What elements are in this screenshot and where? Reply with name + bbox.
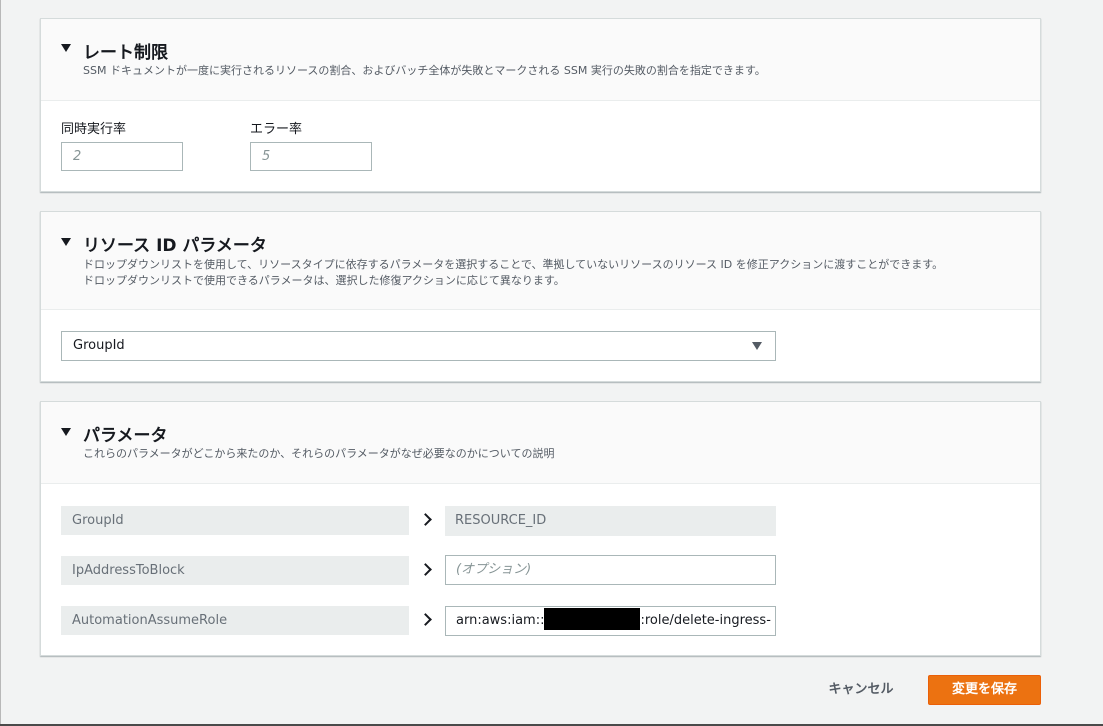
cancel-button[interactable]: キャンセル (813, 675, 909, 705)
resource-id-select[interactable]: GroupId (61, 331, 776, 361)
caret-down-icon[interactable] (61, 428, 71, 436)
chevron-right-icon (419, 563, 432, 576)
param-name-ipaddresstoblock: IpAddressToBlock (61, 556, 409, 585)
param-value-groupid: RESOURCE_ID (445, 506, 776, 536)
dropdown-arrow-icon (752, 342, 762, 350)
param-value-ipaddresstoblock-input[interactable]: (オプション) (445, 555, 776, 585)
rate-limit-panel: レート制限 SSM ドキュメントが一度に実行されるリソースの割合、およびバッチ全… (40, 18, 1041, 192)
concurrency-input[interactable]: 2 (61, 142, 183, 171)
role-arn-prefix: arn:aws:iam:: (456, 613, 545, 628)
caret-down-icon[interactable] (61, 44, 71, 52)
role-arn-suffix: :role/delete-ingress- (640, 613, 771, 628)
parameters-description: これらのパラメータがどこから来たのか、それらのパラメータがなぜ必要なのかについて… (83, 447, 555, 460)
resource-id-title: リソース ID パラメータ (83, 236, 267, 256)
param-name-automationassumerole: AutomationAssumeRole (61, 606, 409, 635)
redacted-account-id (544, 608, 641, 630)
parameters-title: パラメータ (83, 426, 168, 446)
concurrency-label: 同時実行率 (61, 122, 127, 137)
resource-id-header[interactable]: リソース ID パラメータ ドロップダウンリストを使用して、リソースタイプに依存… (41, 212, 1040, 310)
param-value-automationassumerole-input[interactable]: arn:aws:iam:::role/delete-ingress- (445, 606, 776, 636)
window-left-border (0, 0, 1, 726)
save-changes-button[interactable]: 変更を保存 (928, 675, 1041, 705)
error-rate-input[interactable]: 5 (250, 142, 372, 171)
error-rate-label: エラー率 (250, 122, 303, 137)
param-name-groupid: GroupId (61, 506, 409, 535)
resource-id-select-value: GroupId (73, 338, 125, 353)
caret-down-icon[interactable] (61, 238, 71, 246)
chevron-right-icon (419, 613, 432, 626)
rate-limit-description: SSM ドキュメントが一度に実行されるリソースの割合、およびバッチ全体が失敗とマ… (83, 64, 766, 77)
rate-limit-header[interactable]: レート制限 SSM ドキュメントが一度に実行されるリソースの割合、およびバッチ全… (41, 19, 1040, 101)
resource-id-description-line2: ドロップダウンリストで使用できるパラメータは、選択した修復アクションに応じて異な… (83, 274, 565, 287)
parameters-header[interactable]: パラメータ これらのパラメータがどこから来たのか、それらのパラメータがなぜ必要な… (41, 402, 1040, 484)
chevron-right-icon (419, 513, 432, 526)
rate-limit-title: レート制限 (83, 43, 168, 63)
parameters-panel: パラメータ これらのパラメータがどこから来たのか、それらのパラメータがなぜ必要な… (40, 401, 1041, 656)
resource-id-description-line1: ドロップダウンリストを使用して、リソースタイプに依存するパラメータを選択すること… (83, 258, 944, 271)
resource-id-panel: リソース ID パラメータ ドロップダウンリストを使用して、リソースタイプに依存… (40, 211, 1041, 382)
